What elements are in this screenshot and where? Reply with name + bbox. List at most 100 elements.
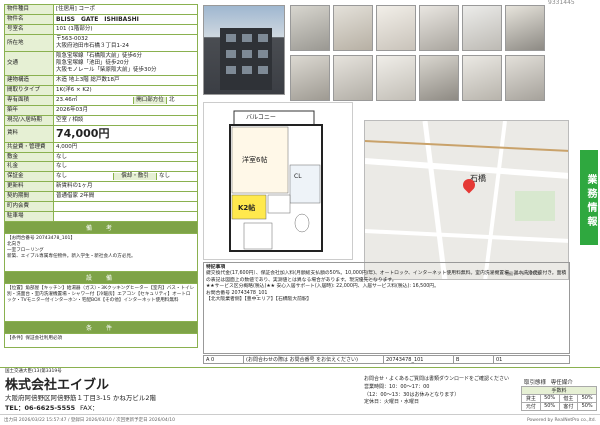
fee-cell: 客付 [560, 403, 579, 410]
fee-header: 手数料 [522, 387, 597, 394]
spec-value: 新賃料の1ヶ月 [54, 182, 198, 191]
contact-line: 定休日：火曜日・水曜日 [364, 399, 420, 406]
spec-value: 阪急宝塚線「石橋阪大前」徒歩6分 阪急宝塚線「池田」徒歩20分 大阪モノレール「… [54, 52, 198, 76]
area-value: 23.46㎡ [56, 97, 78, 103]
spec-label: 保証金 [5, 172, 54, 182]
floor-plan: バルコニー 洋室6帖 K2帖 CL [203, 102, 353, 260]
inquiry-cell: 01 [496, 356, 503, 363]
spec-label: 建物構造 [5, 76, 54, 86]
fee-cell: 貸主 [522, 395, 541, 402]
spec-label: 物件種目 [5, 5, 54, 14]
amortization-value: なし [159, 173, 171, 180]
spec-row-address: 所在地 〒563-0032 大阪府池田市石橋３丁目1-24 [5, 35, 198, 53]
interior-photo[interactable] [376, 5, 416, 51]
remarks-heading: 備 考 [5, 221, 198, 234]
interior-photo[interactable] [376, 55, 416, 101]
conditions-text: 【条件】保証会社利用必須 [5, 333, 198, 348]
spec-sub: 23.46㎡ 開口部方位 北 [54, 97, 197, 104]
kitchen-label: K2帖 [238, 204, 256, 212]
output-info: 出力日 2026/03/22 15:57:47 / 登録日 2026/03/10… [4, 418, 175, 423]
fee-cell: 50% [578, 403, 597, 410]
floor-plan-drawing [229, 110, 323, 252]
spec-value: BLISS GATE ISHIBASHI [54, 14, 198, 25]
spec-value: 普通借家 2年間 [54, 192, 198, 201]
spec-label: 賃料 [5, 125, 54, 142]
business-info-tab[interactable]: 業務情報 [580, 150, 598, 245]
spec-label: 礼金 [5, 162, 54, 172]
spec-row-room: 号室名 101 (1階部分) [5, 25, 198, 36]
fee-cell: 50% [541, 403, 560, 410]
spec-row-type: 物件種目 [住居用] コーポ [5, 5, 198, 15]
spec-sub: なし 償却・敷引 なし [54, 173, 197, 181]
building-icon [220, 28, 272, 90]
interior-photo[interactable] [462, 5, 502, 51]
spec-value: [住居用] コーポ [54, 5, 198, 14]
spec-value-group: なし 償却・敷引 なし [54, 172, 198, 182]
inquiry-number: 20743478_101 [384, 356, 454, 363]
spec-label: 更新料 [5, 182, 54, 191]
amortization-label: 償却・敷引 [113, 173, 157, 181]
spec-row-name: 物件名 BLISS GATE ISHIBASHI [5, 14, 198, 26]
interior-photo[interactable] [462, 55, 502, 101]
map-roads [365, 121, 568, 279]
spec-value [54, 211, 198, 221]
spec-value: 〒563-0032 大阪府池田市石橋３丁目1-24 [54, 35, 198, 52]
bottom-bar: 出力日 2026/03/22 15:57:47 / 登録日 2026/03/10… [0, 414, 600, 425]
remarks-text: 【お問合番号 20743478_101】 北向き 一室フローリング 新築、エイブ… [5, 233, 198, 272]
interior-photo[interactable] [419, 5, 459, 51]
building-photo[interactable] [203, 5, 285, 95]
spec-row-area: 専有面積 23.46㎡ 開口部方位 北 [5, 96, 198, 106]
spec-row-contract: 契約期間 普通借家 2年間 [5, 192, 198, 202]
balcony-label: バルコニー [246, 114, 276, 121]
interior-photo[interactable] [333, 5, 373, 51]
document-id: 9331445 [548, 0, 575, 6]
fee-header-row: 手数料 [522, 387, 597, 395]
spec-label: 築年 [5, 105, 54, 115]
interior-photo[interactable] [419, 55, 459, 101]
spec-label: 共益費・管理費 [5, 142, 54, 152]
spec-row-renewal: 更新料 新賃料の1ヶ月 [5, 182, 198, 192]
room-label: 洋室6帖 [242, 156, 268, 164]
spec-row-keymoney: 礼金 なし [5, 162, 198, 173]
interior-photo[interactable] [290, 55, 330, 101]
spec-value: 4,000円 [54, 142, 198, 152]
spec-label: 間取りタイプ [5, 86, 54, 95]
company-address: 大阪府阿倍野区阿倍野筋１丁目3-15 かね万ビル2階 [5, 394, 156, 402]
spec-row-layout: 間取りタイプ 1K(洋6 × K2) [5, 86, 198, 96]
spec-label: 交通 [5, 52, 54, 76]
spec-value: なし [54, 152, 198, 162]
spec-row-access: 交通 阪急宝塚線「石橋阪大前」徒歩6分 阪急宝塚線「池田」徒歩20分 大阪モノレ… [5, 52, 198, 77]
inquiry-cell: (お問合わせの際は お問合番号 をお伝えください) [244, 356, 384, 363]
special-notes: 特記事項 鍵交換代金(17,600円）、保証会社加入料(月額総支払額の50%。1… [203, 262, 570, 354]
contact-line: 営業時間：10：00～17：00 [364, 383, 430, 390]
company-name: 株式会社エイブル [5, 378, 110, 393]
spec-row-parking: 駐車場 [5, 211, 198, 222]
spec-row-association: 町内会費 [5, 201, 198, 212]
spec-row-guarantee: 保証金 なし 償却・敷引 なし [5, 172, 198, 183]
location-map[interactable]: 石橋 地図データ ©2026 [364, 120, 569, 280]
interior-photo[interactable] [333, 55, 373, 101]
spec-value: 1K(洋6 × K2) [54, 86, 198, 95]
fee-row: 元付 50% 客付 50% [522, 403, 597, 411]
fee-cell: 借主 [560, 395, 579, 402]
spec-label: 号室名 [5, 25, 54, 35]
company-fax: FAX： [80, 404, 99, 412]
rent-value: 74,000円 [54, 125, 198, 142]
interior-photo[interactable] [505, 5, 545, 51]
spec-table: 物件種目 [住居用] コーポ 物件名 BLISS GATE ISHIBASHI … [4, 4, 198, 348]
inquiry-cell: A 0 [204, 356, 244, 363]
guarantee-value: なし [56, 173, 68, 180]
spec-label: 所在地 [5, 35, 54, 52]
spec-row-status: 現況/入居時期 空室 / 相談 [5, 115, 198, 126]
spec-row-built: 築年 2026年03月 [5, 105, 198, 116]
equipment-text: 【位置】角部屋【キッチン】給湯器（ガス）・3Kクッキングヒーター【室内】バス・ト… [5, 283, 198, 322]
spec-value: 空室 / 相談 [54, 115, 198, 125]
spec-row-structure: 建物構造 木造 地上3階 総戸数18戸 [5, 76, 198, 87]
interior-photo[interactable] [290, 5, 330, 51]
spec-value: 2026年03月 [54, 105, 198, 115]
interior-photo[interactable] [505, 55, 545, 101]
company-tel: TEL：06-6625-5555 [5, 404, 76, 412]
spec-value: 木造 地上3階 総戸数18戸 [54, 76, 198, 86]
inquiry-bar: A 0 (お問合わせの際は お問合番号 をお伝えください) 20743478_1… [203, 355, 570, 364]
transaction-type: 取引態様 専任媒介 [524, 378, 573, 386]
